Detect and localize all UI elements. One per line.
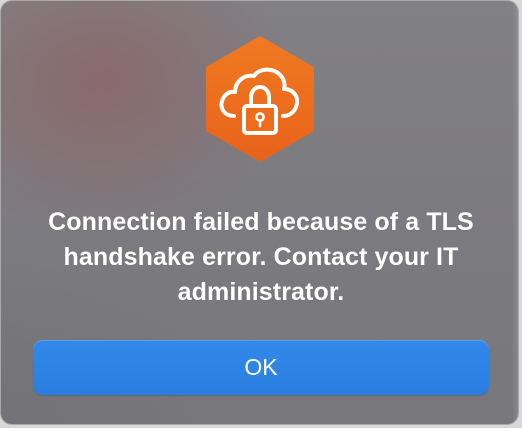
error-message: Connection failed because of a TLS hands… [48,208,474,306]
ok-button[interactable]: OK [33,340,489,395]
cloud-lock-icon [204,34,316,164]
alert-dialog: Connection failed because of a TLS hands… [0,0,519,425]
